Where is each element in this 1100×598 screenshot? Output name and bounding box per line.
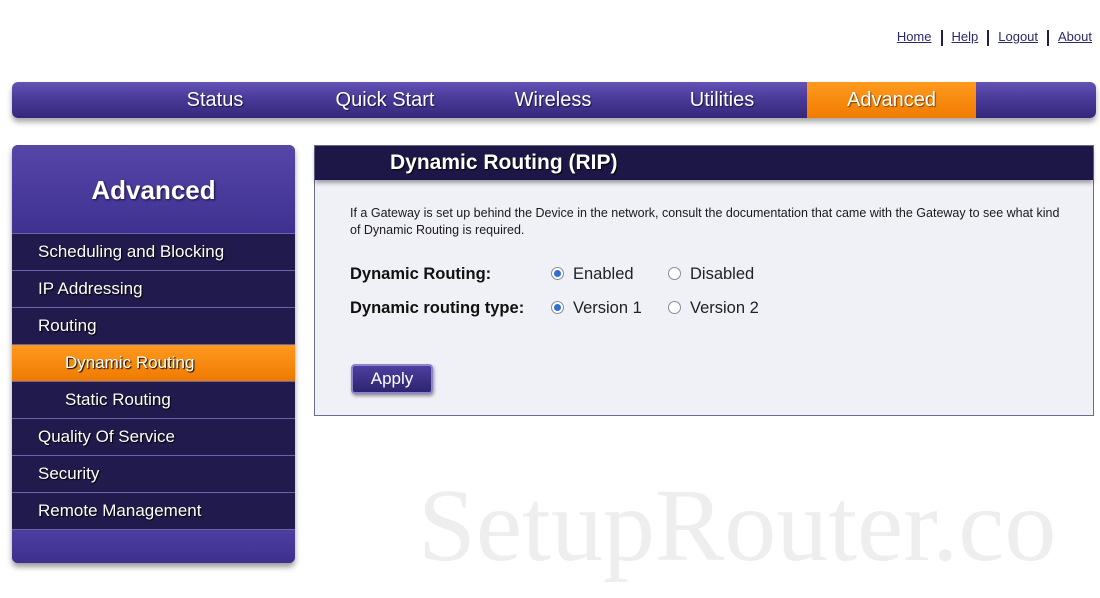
sidebar-title: Advanced (12, 145, 295, 233)
apply-button[interactable]: Apply (351, 364, 433, 394)
content-panel: Dynamic Routing (RIP) If a Gateway is se… (314, 145, 1094, 416)
home-link[interactable]: Home (897, 29, 932, 44)
tab-utilities[interactable]: Utilities (652, 82, 792, 118)
link-separator (940, 29, 943, 46)
dynamic-routing-label: Dynamic Routing: (350, 265, 492, 283)
sidebar-item-static-routing[interactable]: Static Routing (12, 381, 295, 418)
sidebar-item-security[interactable]: Security (12, 455, 295, 492)
sidebar-item-quality-of-service[interactable]: Quality Of Service (12, 418, 295, 455)
main-nav-bar: Status Quick Start Wireless Utilities Ad… (12, 82, 1096, 118)
radio-version-1[interactable] (551, 301, 564, 314)
link-separator (1047, 29, 1050, 46)
sidebar-item-routing[interactable]: Routing (12, 307, 295, 344)
radio-enabled-label[interactable]: Enabled (573, 265, 634, 284)
tab-status[interactable]: Status (145, 82, 285, 118)
watermark: SetupRouter.co (418, 468, 1057, 583)
sidebar-item-dynamic-routing[interactable]: Dynamic Routing (12, 344, 295, 381)
logout-link[interactable]: Logout (998, 29, 1038, 44)
sidebar-item-scheduling-and-blocking[interactable]: Scheduling and Blocking (12, 233, 295, 270)
sidebar: Advanced Scheduling and Blocking IP Addr… (12, 145, 295, 563)
radio-disabled-label[interactable]: Disabled (690, 265, 754, 284)
help-link[interactable]: Help (952, 29, 979, 44)
link-separator (987, 29, 990, 46)
tab-wireless[interactable]: Wireless (483, 82, 623, 118)
top-links: Home Help Logout About (897, 29, 1092, 46)
routing-type-label: Dynamic routing type: (350, 299, 525, 317)
tab-quick-start[interactable]: Quick Start (315, 82, 455, 118)
radio-enabled[interactable] (551, 267, 564, 280)
panel-title: Dynamic Routing (RIP) (315, 146, 1093, 180)
sidebar-footer (12, 529, 295, 563)
sidebar-item-remote-management[interactable]: Remote Management (12, 492, 295, 529)
radio-version-1-label[interactable]: Version 1 (573, 299, 642, 318)
tab-advanced[interactable]: Advanced (807, 82, 976, 118)
radio-version-2-label[interactable]: Version 2 (690, 299, 759, 318)
radio-disabled[interactable] (668, 267, 681, 280)
about-link[interactable]: About (1058, 29, 1092, 44)
panel-description: If a Gateway is set up behind the Device… (350, 206, 1060, 237)
radio-version-2[interactable] (668, 301, 681, 314)
sidebar-item-ip-addressing[interactable]: IP Addressing (12, 270, 295, 307)
